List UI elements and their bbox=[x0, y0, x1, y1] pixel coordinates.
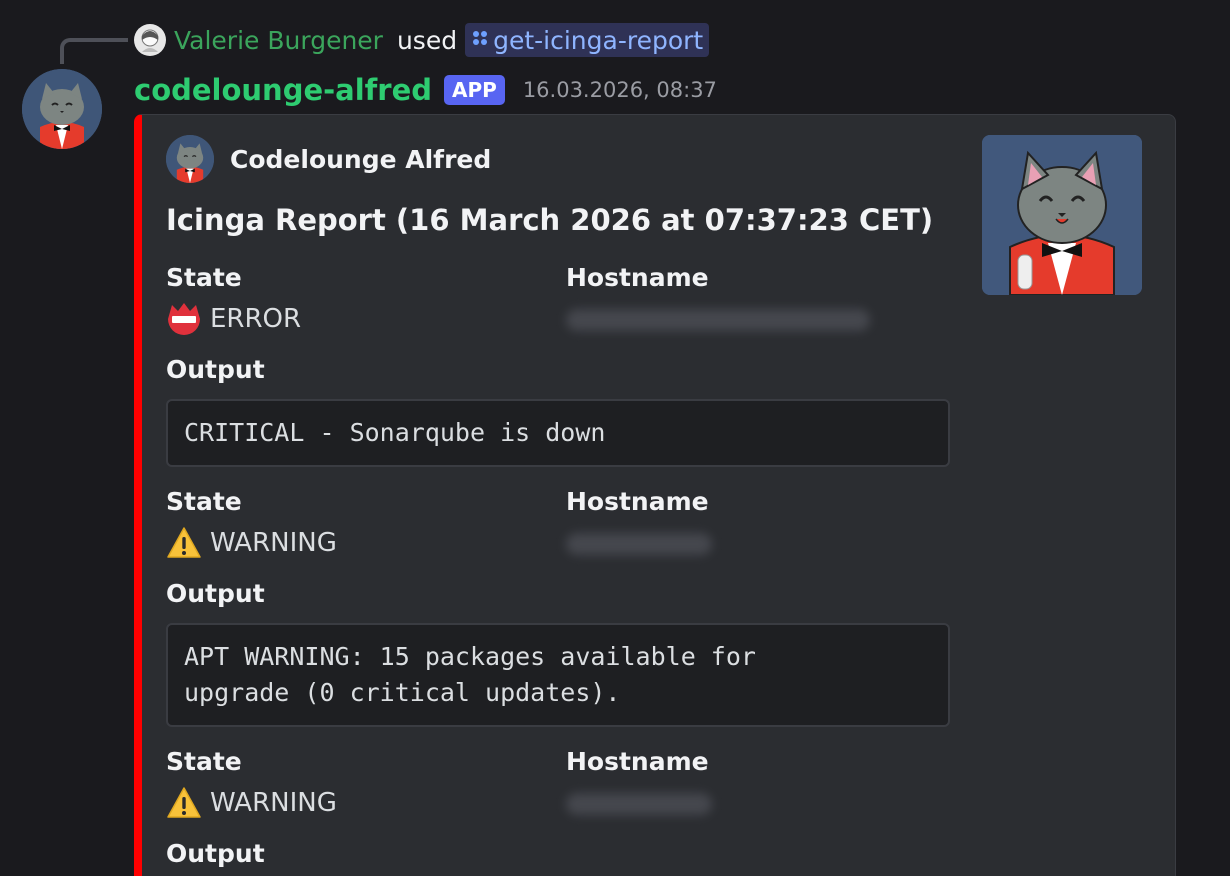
embed-thumbnail[interactable] bbox=[982, 135, 1142, 295]
hostname-label: Hostname bbox=[566, 263, 709, 292]
chat-message: Valerie Burgener used get-icinga-report bbox=[0, 0, 1230, 876]
hostname-label: Hostname bbox=[566, 747, 709, 776]
hostname-value-redacted bbox=[566, 793, 712, 815]
app-badge: APP bbox=[444, 75, 505, 105]
state-text: WARNING bbox=[210, 528, 337, 558]
slash-command-pill[interactable]: get-icinga-report bbox=[465, 23, 710, 57]
message-timestamp[interactable]: 16.03.2026, 08:37 bbox=[523, 78, 717, 102]
state-label: State bbox=[166, 263, 242, 292]
state-value: WARNING bbox=[166, 525, 337, 561]
state-text: ERROR bbox=[210, 304, 302, 334]
report-embed: Codelounge Alfred Icinga Report (16 Marc… bbox=[134, 114, 1176, 876]
invoking-user-name[interactable]: Valerie Burgener bbox=[174, 26, 383, 55]
output-label: Output bbox=[166, 839, 265, 868]
state-value: WARNING bbox=[166, 785, 337, 821]
cat-butler-icon bbox=[166, 135, 214, 183]
user-avatar-icon bbox=[141, 29, 159, 52]
hostname-value-redacted bbox=[566, 533, 712, 555]
output-label: Output bbox=[166, 579, 265, 608]
error-icon bbox=[168, 303, 200, 335]
state-value: ERROR bbox=[166, 301, 301, 337]
command-interaction: Valerie Burgener used get-icinga-report bbox=[134, 22, 710, 58]
user-avatar[interactable] bbox=[134, 24, 166, 56]
state-text: WARNING bbox=[210, 788, 337, 818]
author-avatar bbox=[166, 135, 214, 183]
cat-butler-icon bbox=[982, 135, 1142, 295]
message-header: codelounge-alfred APP 16.03.2026, 08:37 bbox=[134, 70, 717, 110]
bot-avatar[interactable] bbox=[22, 69, 102, 149]
embed-title: Icinga Report (16 March 2026 at 07:37:23… bbox=[166, 203, 934, 237]
warning-icon bbox=[167, 787, 201, 818]
command-name: get-icinga-report bbox=[493, 25, 704, 55]
embed-author-name: Codelounge Alfred bbox=[230, 144, 492, 174]
output-code-block: CRITICAL - Sonarqube is down bbox=[166, 399, 950, 467]
state-label: State bbox=[166, 747, 242, 776]
hostname-value-redacted bbox=[566, 309, 870, 331]
used-text: used bbox=[396, 25, 458, 55]
output-code-block: APT WARNING: 15 packages available for u… bbox=[166, 623, 950, 727]
bot-name[interactable]: codelounge-alfred bbox=[134, 73, 432, 107]
output-label: Output bbox=[166, 355, 265, 384]
command-icon bbox=[471, 29, 489, 52]
reply-connector bbox=[60, 38, 128, 64]
state-label: State bbox=[166, 487, 242, 516]
cat-butler-icon bbox=[22, 69, 102, 149]
embed-author: Codelounge Alfred bbox=[166, 135, 491, 183]
warning-icon bbox=[167, 527, 201, 558]
hostname-label: Hostname bbox=[566, 487, 709, 516]
